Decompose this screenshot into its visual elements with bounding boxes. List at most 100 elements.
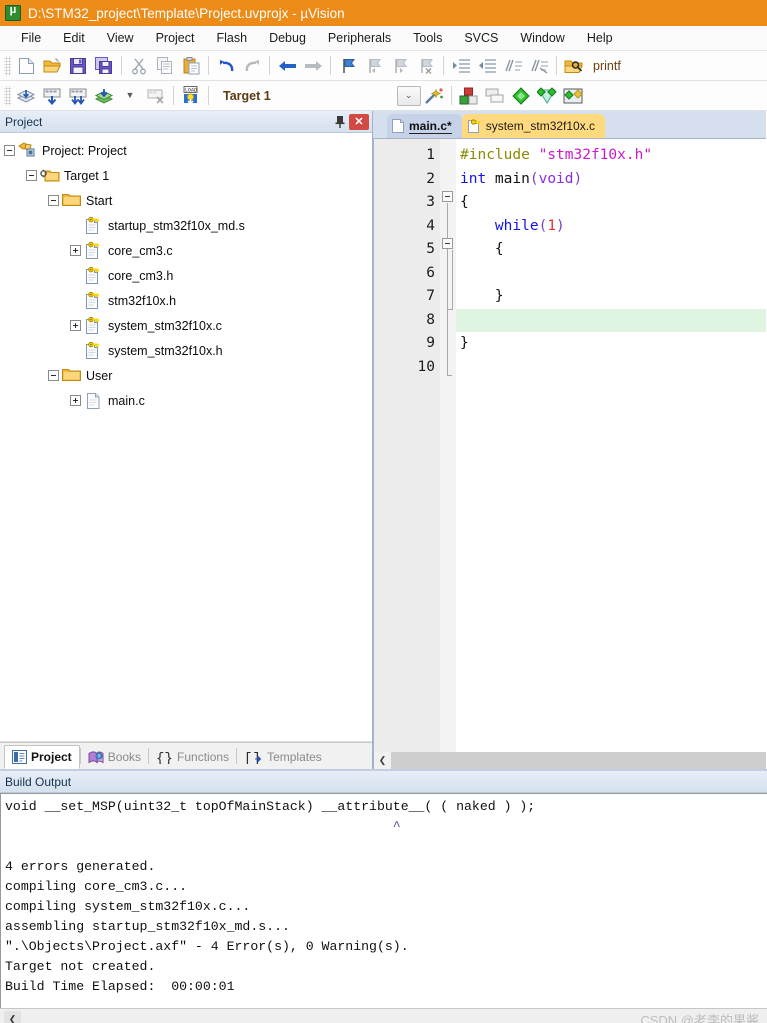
bookmark-prev-button[interactable] [361,53,387,78]
menu-file[interactable]: File [10,28,52,48]
bookmark-next-button[interactable] [387,53,413,78]
tree-item[interactable]: system_stm32f10x.h [4,338,372,363]
open-file-button[interactable] [39,53,65,78]
menu-debug[interactable]: Debug [258,28,317,48]
tree-item[interactable]: core_cm3.h [4,263,372,288]
batch-build-button[interactable] [91,83,117,108]
pack-manage-button[interactable] [560,83,586,108]
tree-item[interactable]: core_cm3.c [4,238,372,263]
tab-functions[interactable]: {} Functions [149,745,236,769]
menu-view[interactable]: View [96,28,145,48]
source-file-key-icon [84,341,103,359]
navigate-forward-button[interactable] [300,53,326,78]
menu-peripherals[interactable]: Peripherals [317,28,402,48]
toolbar-grip[interactable] [4,55,11,76]
tree-expand-button[interactable] [70,395,81,406]
fold-toggle-line5[interactable] [442,238,453,249]
tree-item[interactable]: system_stm32f10x.c [4,313,372,338]
code-line[interactable]: while(1) [456,215,766,239]
indent-button[interactable] [448,53,474,78]
cut-button[interactable] [126,53,152,78]
tab-system-stm32f10x-c[interactable]: system_stm32f10x.c [461,114,606,138]
outdent-button[interactable] [474,53,500,78]
code-line[interactable]: } [456,285,766,309]
copy-button[interactable] [152,53,178,78]
build-target-icon [43,88,61,105]
save-all-button[interactable] [91,53,117,78]
toolbar-grip[interactable] [4,85,11,106]
uncomment-button[interactable] [526,53,552,78]
svg-text:?: ? [97,754,100,760]
pin-icon[interactable] [331,113,349,131]
target-options-button[interactable] [421,83,447,108]
code-line[interactable]: { [456,191,766,215]
tree-item[interactable]: startup_stm32f10x_md.s [4,213,372,238]
manage-project-items-button[interactable] [456,83,482,108]
paste-button[interactable] [178,53,204,78]
find-text-value[interactable]: printf [587,59,627,73]
tree-item[interactable]: main.c [4,388,372,413]
scroll-left-button[interactable]: ❮ [374,752,391,769]
tab-main-c[interactable]: main.c* [387,114,462,138]
code-line[interactable] [456,356,766,380]
menu-help[interactable]: Help [576,28,624,48]
target-select-dropdown[interactable]: ⌄ [396,85,421,106]
build-button[interactable] [39,83,65,108]
tree-expand-button[interactable] [70,245,81,256]
comment-button[interactable] [500,53,526,78]
find-in-files-button[interactable] [561,53,587,78]
code-line[interactable]: #include "stm32f10x.h" [456,144,766,168]
tab-books[interactable]: ? Books [81,745,148,769]
tab-templates[interactable]: [] Templates [237,745,329,769]
tree-item[interactable]: Target 1 [4,163,372,188]
code-line[interactable]: } [456,332,766,356]
undo-button[interactable] [213,53,239,78]
editor-horizontal-scrollbar[interactable]: ❮ [373,752,766,769]
tree-item[interactable]: User [4,363,372,388]
save-button[interactable] [65,53,91,78]
new-file-button[interactable] [13,53,39,78]
manage-multi-project-button[interactable] [482,83,508,108]
pack-installer-button[interactable] [508,83,534,108]
tree-collapse-button[interactable] [4,145,15,156]
tree-expand-button[interactable] [70,320,81,331]
rebuild-button[interactable] [65,83,91,108]
code-line[interactable] [456,308,766,332]
code-line[interactable] [456,262,766,286]
manage-run-time-button[interactable] [534,83,560,108]
download-button[interactable]: LOAD [178,83,204,108]
indent-right-icon [452,58,470,73]
code-editor[interactable]: 1 2 3 4 5 6 7 8 9 10 #include "stm32f10x.h" int ma… [373,138,766,752]
scroll-track[interactable] [391,752,766,769]
tree-collapse-button[interactable] [48,370,59,381]
bookmark-toggle-button[interactable] [335,53,361,78]
tab-project[interactable]: Project [4,745,80,769]
translate-button[interactable] [13,83,39,108]
tree-item[interactable]: Start [4,188,372,213]
tree-collapse-button[interactable] [48,195,59,206]
tree-item[interactable]: Project: Project [4,138,372,163]
tree-collapse-button[interactable] [26,170,37,181]
code-folding-margin[interactable] [440,139,456,752]
project-tree[interactable]: Project: Project Target 1 Start startup_stm… [0,133,372,742]
navigate-back-button[interactable] [274,53,300,78]
build-dropdown-button[interactable]: ▼ [117,83,143,108]
build-output-text[interactable]: void __set_MSP(uint32_t topOfMainStack) … [0,793,767,1008]
menu-svcs[interactable]: SVCS [453,28,509,48]
fold-toggle-line3[interactable] [442,191,453,202]
build-output-pane: Build Output void __set_MSP(uint32_t top… [0,769,767,1008]
code-line[interactable]: { [456,238,766,262]
menu-edit[interactable]: Edit [52,28,96,48]
code-text-area[interactable]: #include "stm32f10x.h" int main(void){ wh… [456,139,766,752]
bookmark-clear-button[interactable] [413,53,439,78]
close-icon[interactable]: ✕ [349,113,369,130]
tree-item[interactable]: stm32f10x.h [4,288,372,313]
code-line[interactable]: int main(void) [456,168,766,192]
menu-window[interactable]: Window [509,28,575,48]
stop-build-button[interactable] [143,83,169,108]
redo-button[interactable] [239,53,265,78]
menu-tools[interactable]: Tools [402,28,453,48]
menu-flash[interactable]: Flash [205,28,258,48]
chevron-left-icon[interactable]: ❮ [4,1010,21,1023]
menu-project[interactable]: Project [145,28,206,48]
